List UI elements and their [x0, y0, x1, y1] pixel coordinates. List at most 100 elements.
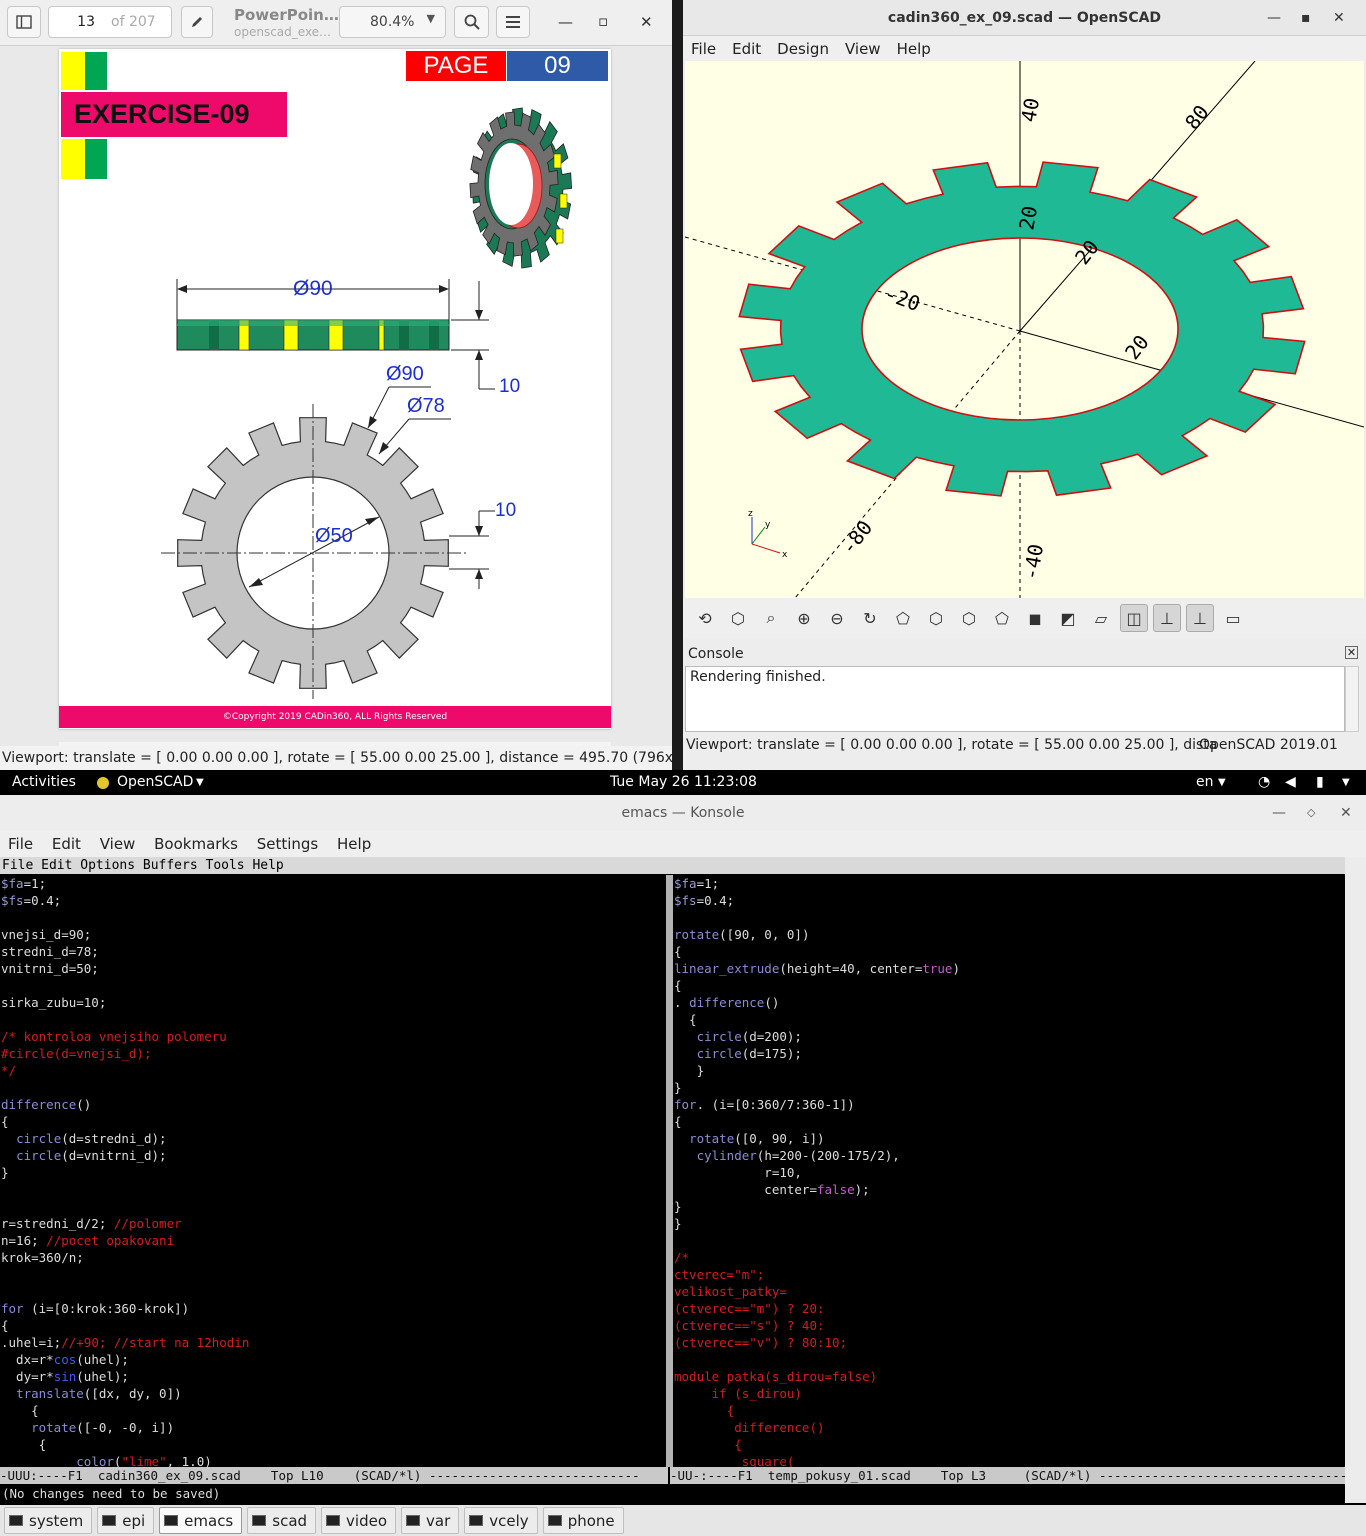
code-line[interactable]: {	[674, 1011, 1344, 1028]
window-divider[interactable]	[666, 875, 673, 1467]
code-line[interactable]: }	[1, 1164, 665, 1181]
view-top-icon[interactable]: ⬡	[922, 604, 950, 632]
view-all-icon[interactable]: ⌕	[757, 604, 785, 632]
code-line[interactable]	[674, 909, 1344, 926]
code-line[interactable]: .uhel=i;//+90; //start na 12hodin	[1, 1334, 665, 1351]
minimize-button[interactable]: —	[1272, 795, 1286, 831]
code-line[interactable]: */	[1, 1062, 665, 1079]
code-line[interactable]: (ctverec=="m") ? 20:	[674, 1300, 1344, 1317]
code-line[interactable]: {	[674, 977, 1344, 994]
menu-settings[interactable]: Settings	[249, 835, 325, 853]
editor-pane-right[interactable]: $fa=1; $fs=0.4; rotate([90, 0, 0]){linear…	[674, 875, 1344, 1467]
battery-icon[interactable]: ▮	[1316, 770, 1324, 795]
code-line[interactable]: r=stredni_d/2; //polomer	[1, 1215, 665, 1232]
3d-viewport[interactable]: 40 80 20 -20 20 20 -40 -80 z x y	[685, 61, 1364, 598]
code-line[interactable]: rotate([90, 0, 0])	[674, 926, 1344, 943]
code-line[interactable]: for (i=[0:krok:360-krok])	[1, 1300, 665, 1317]
show-axes-icon[interactable]: ⊥	[1153, 604, 1181, 632]
menu-view[interactable]: View	[92, 835, 142, 853]
code-line[interactable]: $fs=0.4;	[674, 892, 1344, 909]
code-line[interactable]: {	[674, 1113, 1344, 1130]
code-line[interactable]	[1, 1011, 665, 1028]
view-left-icon[interactable]: ⬠	[988, 604, 1016, 632]
menu-help[interactable]: Help	[329, 835, 377, 853]
clock[interactable]: Tue May 26 11:23:08	[610, 770, 757, 795]
code-line[interactable]	[1, 1079, 665, 1096]
code-line[interactable]: }	[674, 1215, 1344, 1232]
code-line[interactable]: (ctverec=="v") ? 80:10;	[674, 1334, 1344, 1351]
code-line[interactable]: dx=r*cos(uhel);	[1, 1351, 665, 1368]
wifi-icon[interactable]: ◔	[1258, 770, 1270, 795]
menu-edit[interactable]: Edit	[44, 835, 87, 853]
close-button[interactable]: ✕	[1333, 0, 1345, 36]
code-line[interactable]: {	[674, 1436, 1344, 1453]
zoom-select[interactable]: 80.4% ▼	[339, 6, 446, 38]
minimize-button[interactable]: —	[1267, 0, 1281, 36]
show-scale-icon[interactable]: ⊥	[1186, 604, 1214, 632]
code-line[interactable]	[1, 1283, 665, 1300]
code-line[interactable]: circle(d=200);	[674, 1028, 1344, 1045]
code-line[interactable]: #circle(d=vnejsi_d);	[1, 1045, 665, 1062]
menu-edit[interactable]: Edit	[724, 37, 769, 61]
code-line[interactable]: stredni_d=78;	[1, 943, 665, 960]
editor-pane-left[interactable]: $fa=1; $fs=0.4; vnejsi_d=90; stredni_d=78;…	[1, 875, 665, 1467]
tab-video[interactable]: video	[321, 1507, 397, 1534]
tab-phone[interactable]: phone	[542, 1507, 624, 1534]
code-line[interactable]: module patka(s_dirou=false)	[674, 1368, 1344, 1385]
minimize-button[interactable]: —	[558, 13, 573, 31]
code-line[interactable]: }	[674, 1079, 1344, 1096]
menu-bookmarks[interactable]: Bookmarks	[146, 835, 244, 853]
language-indicator[interactable]: en	[1196, 770, 1214, 795]
code-line[interactable]: if (s_dirou)	[674, 1385, 1344, 1402]
code-line[interactable]: sirka_zubu=10;	[1, 994, 665, 1011]
code-line[interactable]: /* kontroloa vnejsiho polomeru	[1, 1028, 665, 1045]
zoom-in-icon[interactable]: ⊕	[790, 604, 818, 632]
code-line[interactable]: for. (i=[0:360/7:360-1])	[674, 1096, 1344, 1113]
code-line[interactable]: {	[674, 943, 1344, 960]
code-line[interactable]	[674, 1351, 1344, 1368]
code-line[interactable]: }	[674, 1198, 1344, 1215]
code-line[interactable]: {	[1, 1113, 665, 1130]
code-line[interactable]: {	[1, 1436, 665, 1453]
tab-emacs[interactable]: emacs	[159, 1507, 243, 1534]
code-line[interactable]	[1, 1181, 665, 1198]
console-scrollbar[interactable]	[1345, 666, 1359, 732]
maximize-button[interactable]: ▫	[598, 12, 608, 30]
code-line[interactable]: velikost_patky=	[674, 1283, 1344, 1300]
menu-view[interactable]: View	[837, 37, 889, 61]
code-line[interactable]: linear_extrude(height=40, center=true)	[674, 960, 1344, 977]
tab-var[interactable]: var	[401, 1507, 460, 1534]
code-line[interactable]	[1, 977, 665, 994]
view-back-icon[interactable]: ◩	[1054, 604, 1082, 632]
code-line[interactable]: translate([dx, dy, 0])	[1, 1385, 665, 1402]
code-line[interactable]: $fs=0.4;	[1, 892, 665, 909]
menu-help[interactable]: Help	[889, 37, 939, 61]
annotate-button[interactable]	[181, 6, 213, 38]
page-number-field[interactable]: 13 of 207	[48, 6, 172, 38]
tab-system[interactable]: system	[4, 1507, 93, 1534]
volume-icon[interactable]: ◀	[1285, 770, 1296, 795]
app-menu[interactable]: OpenSCAD	[117, 770, 193, 795]
code-line[interactable]: $fa=1;	[1, 875, 665, 892]
code-line[interactable]	[1, 1198, 665, 1215]
code-line[interactable]: rotate([-0, -0, i])	[1, 1419, 665, 1436]
code-line[interactable]: rotate([0, 90, i])	[674, 1130, 1344, 1147]
code-line[interactable]: {	[674, 1402, 1344, 1419]
code-line[interactable]: n=16; //pocet opakovani	[1, 1232, 665, 1249]
code-line[interactable]	[1, 1266, 665, 1283]
console-close-icon[interactable]: ✕	[1345, 646, 1358, 659]
emacs-menubar[interactable]: File Edit Options Buffers Tools Help	[0, 857, 1345, 874]
tab-epi[interactable]: epi	[97, 1507, 155, 1534]
code-line[interactable]: (ctverec=="s") ? 40:	[674, 1317, 1344, 1334]
menu-design[interactable]: Design	[769, 37, 837, 61]
code-line[interactable]: vnejsi_d=90;	[1, 926, 665, 943]
code-line[interactable]: square(	[674, 1453, 1344, 1467]
code-line[interactable]: difference()	[1, 1096, 665, 1113]
menu-button[interactable]	[496, 6, 530, 38]
code-line[interactable]	[1, 909, 665, 926]
menu-file[interactable]: File	[0, 835, 39, 853]
show-edges-icon[interactable]: ▭	[1219, 604, 1247, 632]
code-line[interactable]: circle(d=stredni_d);	[1, 1130, 665, 1147]
page-number-input[interactable]: 13	[49, 14, 95, 30]
code-line[interactable]: {	[1, 1317, 665, 1334]
